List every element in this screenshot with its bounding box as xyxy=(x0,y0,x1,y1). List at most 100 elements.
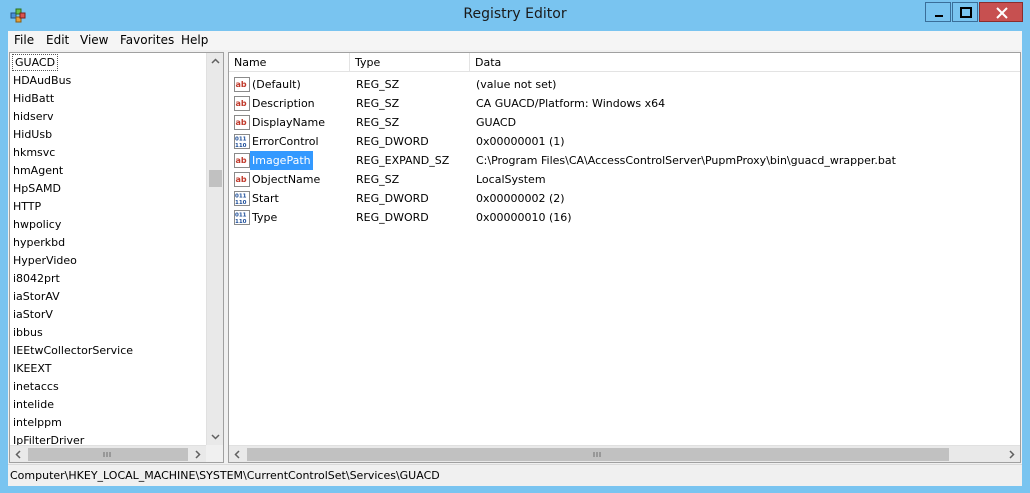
grip-icon xyxy=(593,452,601,457)
svg-text:ab: ab xyxy=(236,80,247,89)
tree-item[interactable]: i8042prt xyxy=(13,270,60,287)
value-row[interactable]: 011 110 Type REG_DWORD 0x00000010 (16) xyxy=(229,208,929,227)
menu-help[interactable]: Help xyxy=(181,33,208,47)
tree-hscroll-thumb[interactable] xyxy=(28,448,188,461)
tree-item[interactable]: HpSAMD xyxy=(13,180,61,197)
value-data: LocalSystem xyxy=(476,173,546,186)
value-row[interactable]: ab DisplayName REG_SZ GUACD xyxy=(229,113,929,132)
svg-text:110: 110 xyxy=(235,200,247,206)
tree-item[interactable]: HDAudBus xyxy=(13,72,71,89)
tree-item[interactable]: hwpolicy xyxy=(13,216,61,233)
client-area: File Edit View Favorites Help GUACD HDAud… xyxy=(8,31,1022,486)
scroll-left-button[interactable] xyxy=(10,446,27,462)
scroll-right-button[interactable] xyxy=(189,446,206,462)
value-row[interactable]: 011 110 Start REG_DWORD 0x00000002 (2) xyxy=(229,189,929,208)
menu-file[interactable]: File xyxy=(14,33,34,47)
maximize-button[interactable] xyxy=(952,2,978,22)
tree-item[interactable]: HTTP xyxy=(13,198,41,215)
values-horizontal-scrollbar[interactable] xyxy=(229,445,1020,462)
minimize-icon xyxy=(935,15,943,17)
svg-text:110: 110 xyxy=(235,219,247,225)
tree-item[interactable]: iaStorV xyxy=(13,306,53,323)
value-data: C:\Program Files\CA\AccessControlServer\… xyxy=(476,154,896,167)
tree-item[interactable]: GUACD xyxy=(12,54,59,71)
value-row[interactable]: ab ObjectName REG_SZ LocalSystem xyxy=(229,170,929,189)
svg-text:ab: ab xyxy=(236,156,247,165)
menu-view[interactable]: View xyxy=(80,33,108,47)
value-name: Type xyxy=(252,211,278,224)
values-hscroll-thumb[interactable] xyxy=(247,448,949,461)
value-type: REG_DWORD xyxy=(356,192,429,205)
value-name: ErrorControl xyxy=(252,135,319,148)
title-bar[interactable]: Registry Editor xyxy=(0,0,1030,31)
value-name: (Default) xyxy=(252,78,301,91)
value-type: REG_DWORD xyxy=(356,211,429,224)
close-button[interactable] xyxy=(979,2,1023,22)
value-type: REG_SZ xyxy=(356,78,400,91)
column-header-name[interactable]: Name xyxy=(229,53,350,72)
svg-text:ab: ab xyxy=(236,118,247,127)
value-data: GUACD xyxy=(476,116,517,129)
tree-item[interactable]: hmAgent xyxy=(13,162,63,179)
tree-horizontal-scrollbar[interactable] xyxy=(10,445,206,462)
value-row[interactable]: 011 110 ErrorControl REG_DWORD 0x00000001 (1… xyxy=(229,132,929,151)
tree-item[interactable]: hidserv xyxy=(13,108,54,125)
chevron-up-icon xyxy=(211,58,220,64)
tree-item[interactable]: ibbus xyxy=(13,324,43,341)
status-bar: Computer\HKEY_LOCAL_MACHINE\SYSTEM\Curre… xyxy=(8,464,1022,486)
chevron-right-icon xyxy=(195,450,201,459)
scroll-up-button[interactable] xyxy=(207,53,223,70)
key-path: Computer\HKEY_LOCAL_MACHINE\SYSTEM\Curre… xyxy=(10,469,440,482)
menu-favorites[interactable]: Favorites xyxy=(120,33,174,47)
minimize-button[interactable] xyxy=(925,2,951,22)
key-tree-pane[interactable]: GUACD HDAudBus HidBatt hidserv HidUsb hkmsvc h… xyxy=(9,52,224,463)
window-title: Registry Editor xyxy=(463,6,567,22)
value-type: REG_EXPAND_SZ xyxy=(356,154,450,167)
svg-text:011: 011 xyxy=(235,213,247,219)
value-name: ObjectName xyxy=(252,173,321,186)
values-list-pane[interactable]: Name Type Data ab (Default) REG_SZ (value n… xyxy=(228,52,1021,463)
tree-item[interactable]: iaStorAV xyxy=(13,288,60,305)
svg-text:011: 011 xyxy=(235,137,247,143)
tree-item[interactable]: HyperVideo xyxy=(13,252,77,269)
maximize-icon xyxy=(960,7,972,18)
grip-icon xyxy=(103,452,111,457)
scroll-down-button[interactable] xyxy=(207,428,223,445)
value-data: CA GUACD/Platform: Windows x64 xyxy=(476,97,666,110)
column-header-data[interactable]: Data xyxy=(470,53,1020,72)
tree-item[interactable]: HidUsb xyxy=(13,126,52,143)
column-header-type[interactable]: Type xyxy=(350,53,470,72)
value-type: REG_SZ xyxy=(356,97,400,110)
tree-item[interactable]: HidBatt xyxy=(13,90,54,107)
svg-text:ab: ab xyxy=(236,99,247,108)
value-row[interactable]: ab ImagePath REG_EXPAND_SZ C:\Program Files… xyxy=(229,151,929,170)
tree-item[interactable]: IKEEXT xyxy=(13,360,51,377)
scrollbar-corner xyxy=(206,445,223,462)
tree-item[interactable]: intelppm xyxy=(13,414,62,431)
value-data: 0x00000002 (2) xyxy=(476,192,565,205)
tree-item[interactable]: hyperkbd xyxy=(13,234,65,251)
value-data: 0x00000010 (16) xyxy=(476,211,572,224)
tree-item[interactable]: hkmsvc xyxy=(13,144,55,161)
value-name: Start xyxy=(252,192,279,205)
value-row[interactable]: ab (Default) REG_SZ (value not set) xyxy=(229,75,929,94)
value-row[interactable]: ab Description REG_SZ CA GUACD/Platform: Wi… xyxy=(229,94,929,113)
close-icon xyxy=(996,7,1008,19)
tree-item[interactable]: intelide xyxy=(13,396,54,413)
scroll-left-button[interactable] xyxy=(229,446,246,462)
value-data: (value not set) xyxy=(476,78,557,91)
chevron-left-icon xyxy=(234,450,240,459)
tree-vertical-scrollbar[interactable] xyxy=(206,53,223,445)
menu-bar: File Edit View Favorites Help xyxy=(8,31,1022,50)
tree-item[interactable]: IEEtwCollectorService xyxy=(13,342,133,359)
svg-text:ab: ab xyxy=(236,175,247,184)
chevron-left-icon xyxy=(15,450,21,459)
value-name: DisplayName xyxy=(252,116,325,129)
menu-edit[interactable]: Edit xyxy=(46,33,69,47)
value-type: REG_SZ xyxy=(356,116,400,129)
tree-vscroll-thumb[interactable] xyxy=(209,170,222,187)
tree-item[interactable]: inetaccs xyxy=(13,378,59,395)
chevron-down-icon xyxy=(211,434,220,440)
svg-text:011: 011 xyxy=(235,194,247,200)
scroll-right-button[interactable] xyxy=(1003,446,1020,462)
